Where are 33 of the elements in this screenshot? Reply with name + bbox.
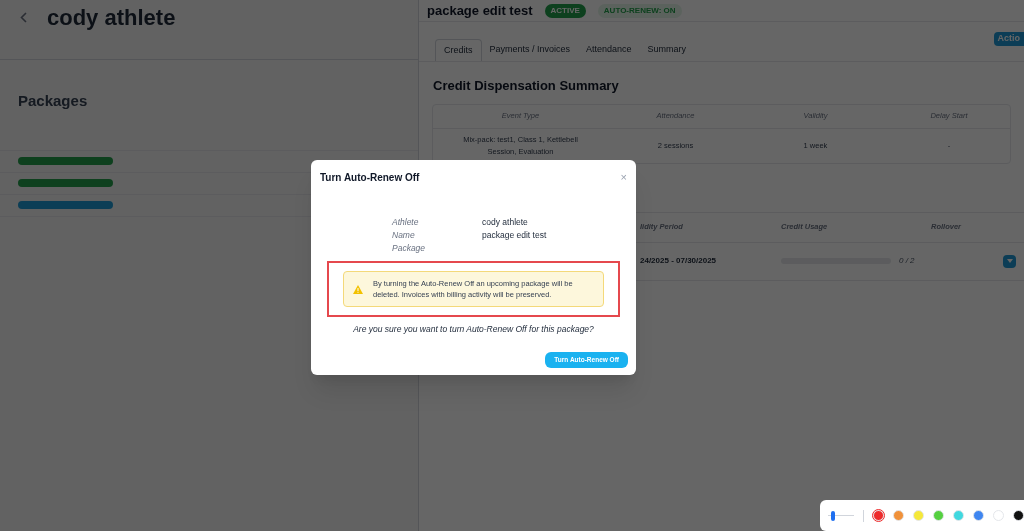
color-swatch[interactable] [893,510,904,521]
dialog-title: Turn Auto-Renew Off [320,171,420,185]
color-swatch[interactable] [913,510,924,521]
field-value: package edit test [482,229,548,242]
close-button[interactable]: × [620,172,627,183]
drawer-title: package edit test [427,1,533,20]
dropdown-button[interactable] [1003,254,1016,268]
action-button[interactable]: Actio [993,32,1024,46]
field-label: Name [392,229,416,242]
warning-icon [353,284,363,294]
color-swatch[interactable] [993,510,1004,521]
status-badge: ACTIVE [544,3,586,18]
field-value: cody athlete [482,216,529,229]
tab[interactable]: Attendance [578,39,640,61]
page-title: cody athlete [47,3,176,32]
section-title: Credit Dispensation Summary [432,77,620,95]
color-swatch[interactable] [953,510,964,521]
field-label: Athlete [392,216,420,229]
section-title: Packages [17,91,89,111]
color-swatch[interactable] [933,510,944,521]
status-badge: AUTO-RENEW: ON [597,3,682,18]
field-label: Package [392,242,427,255]
color-swatch[interactable] [973,510,984,521]
tab[interactable]: Credits [435,39,482,61]
back-icon[interactable] [20,11,27,23]
color-swatch[interactable] [1013,510,1024,521]
caret-icon [1006,259,1013,263]
tab[interactable]: Summary [639,39,695,61]
color-swatch[interactable] [873,510,884,521]
table-cell-text: 24/2025 - 07/30/2025 [640,255,718,267]
tab[interactable]: Payments / Invoices [481,39,579,61]
size-slider[interactable] [828,510,855,521]
confirm-question: Are you sure you want to turn Auto-Renew Off for this package? [352,323,595,336]
